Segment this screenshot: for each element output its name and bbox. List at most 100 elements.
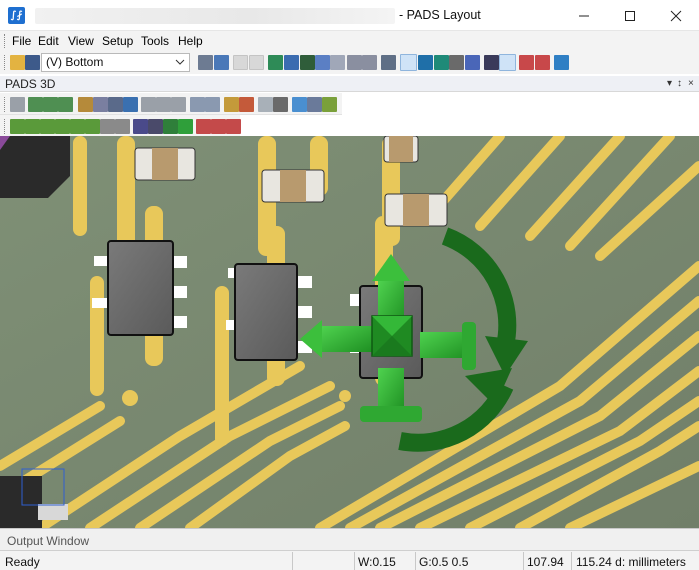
3d-library-icon[interactable]	[93, 97, 108, 112]
status-ready: Ready	[5, 555, 40, 569]
rotate-view-icon[interactable]	[163, 119, 178, 134]
menu-grip[interactable]	[4, 34, 7, 48]
camera-icon[interactable]	[484, 55, 499, 70]
view-3d-icon[interactable]	[418, 55, 433, 70]
spin-icon[interactable]	[178, 119, 193, 134]
status-width: W:0.15	[358, 555, 396, 569]
menu-file[interactable]: File	[12, 34, 31, 48]
grid-icon[interactable]	[284, 55, 299, 70]
3d-settings-icon[interactable]	[322, 97, 337, 112]
maximize-icon	[625, 10, 635, 21]
status-divider	[292, 552, 293, 570]
status-grid: G:0.5 0.5	[419, 555, 469, 569]
maximize-button[interactable]	[607, 0, 653, 31]
menu-view[interactable]: View	[68, 34, 94, 48]
measure-icon[interactable]	[315, 55, 330, 70]
3d-open-model-icon[interactable]	[78, 97, 93, 112]
status-divider	[354, 552, 355, 570]
toolbar-grip[interactable]	[4, 119, 7, 134]
status-divider	[415, 552, 416, 570]
find-next-icon[interactable]	[535, 55, 550, 70]
view-right-icon[interactable]	[70, 119, 85, 134]
panel-close-icon[interactable]: ×	[688, 78, 694, 89]
3d-clearance-icon[interactable]	[258, 97, 273, 112]
view-top-icon[interactable]	[25, 119, 40, 134]
3d-ruler-icon[interactable]	[239, 97, 254, 112]
disabled-tool-icon	[249, 55, 264, 70]
resistor-r1[interactable]	[134, 147, 196, 181]
close-button[interactable]	[653, 0, 699, 31]
refresh-icon[interactable]	[214, 55, 229, 70]
redo-icon[interactable]	[362, 55, 377, 70]
menu-setup[interactable]: Setup	[102, 34, 133, 48]
menu-bar: File Edit View Setup Tools Help	[0, 31, 699, 51]
view-left-icon[interactable]	[55, 119, 70, 134]
select-area-icon[interactable]	[133, 119, 148, 134]
component-icon[interactable]	[434, 55, 449, 70]
pin-menu-icon[interactable]: ▾	[667, 78, 672, 89]
axis-x-icon[interactable]	[196, 119, 211, 134]
axis-z-icon[interactable]	[226, 119, 241, 134]
status-divider	[523, 552, 524, 570]
menu-tools[interactable]: Tools	[141, 34, 169, 48]
view-back-icon[interactable]	[100, 119, 115, 134]
pads-3d-title: PADS 3D	[5, 77, 56, 91]
3d-view-back-icon[interactable]	[156, 97, 171, 112]
board-icon[interactable]	[300, 55, 315, 70]
pcb-3d-scene[interactable]	[0, 136, 699, 528]
output-window-label[interactable]: Output Window	[7, 534, 89, 548]
zoom-icon[interactable]	[381, 55, 396, 70]
axis-y-icon[interactable]	[211, 119, 226, 134]
ic-u2[interactable]	[226, 263, 312, 361]
3d-rotate-icon[interactable]	[43, 97, 58, 112]
disabled-tool-icon	[233, 55, 248, 70]
toolbar-grip[interactable]	[4, 97, 7, 112]
view-reset-icon[interactable]	[115, 119, 130, 134]
view-select[interactable]: (V) Bottom	[41, 53, 190, 72]
3d-fit-icon[interactable]	[205, 97, 220, 112]
3d-toolbar-2	[0, 115, 241, 137]
menu-help[interactable]: Help	[178, 34, 203, 48]
3d-pencil-icon[interactable]	[224, 97, 239, 112]
menu-edit[interactable]: Edit	[38, 34, 59, 48]
toolbar-grip[interactable]	[4, 55, 7, 70]
3d-move-icon[interactable]	[28, 97, 43, 112]
status-bar: Ready W:0.15 G:0.5 0.5 107.94 115.24 d: …	[0, 550, 699, 570]
resistor-r2[interactable]	[261, 169, 325, 203]
select-mode-icon[interactable]	[400, 54, 417, 71]
output-window-bar[interactable]: Output Window	[0, 528, 699, 550]
3d-toolbar-1	[0, 93, 342, 115]
3d-flip-icon[interactable]	[58, 97, 73, 112]
resistor-r4[interactable]	[384, 193, 448, 227]
resistor-r3[interactable]	[383, 136, 419, 163]
view-iso-icon[interactable]	[10, 119, 25, 134]
route-icon[interactable]	[268, 55, 283, 70]
status-divider	[571, 552, 572, 570]
3d-select-icon[interactable]	[10, 97, 25, 112]
pin-icon[interactable]: ↕	[677, 78, 682, 89]
minimize-button[interactable]	[561, 0, 607, 31]
pads-3d-viewport[interactable]	[0, 136, 699, 528]
3d-import-icon[interactable]	[123, 97, 138, 112]
snap-icon[interactable]	[330, 55, 345, 70]
pointer-icon[interactable]	[148, 119, 163, 134]
3d-export-icon[interactable]	[108, 97, 123, 112]
3d-zoom-icon[interactable]	[190, 97, 205, 112]
3d-view-side-icon[interactable]	[171, 97, 186, 112]
minimize-icon	[579, 15, 589, 16]
view-bottom-icon[interactable]	[40, 119, 55, 134]
view-front-icon[interactable]	[85, 119, 100, 134]
output-icon[interactable]	[554, 55, 569, 70]
verify-icon[interactable]	[465, 55, 480, 70]
pen-icon[interactable]	[449, 55, 464, 70]
3d-screen-icon[interactable]	[292, 97, 307, 112]
3d-view-front-icon[interactable]	[141, 97, 156, 112]
window-mode-icon[interactable]	[499, 54, 516, 71]
3d-warning-icon[interactable]	[273, 97, 288, 112]
open-icon[interactable]	[10, 55, 25, 70]
3d-copy-icon[interactable]	[307, 97, 322, 112]
layer-icon[interactable]	[198, 55, 213, 70]
save-icon[interactable]	[25, 55, 40, 70]
undo-icon[interactable]	[347, 55, 362, 70]
find-icon[interactable]	[519, 55, 534, 70]
